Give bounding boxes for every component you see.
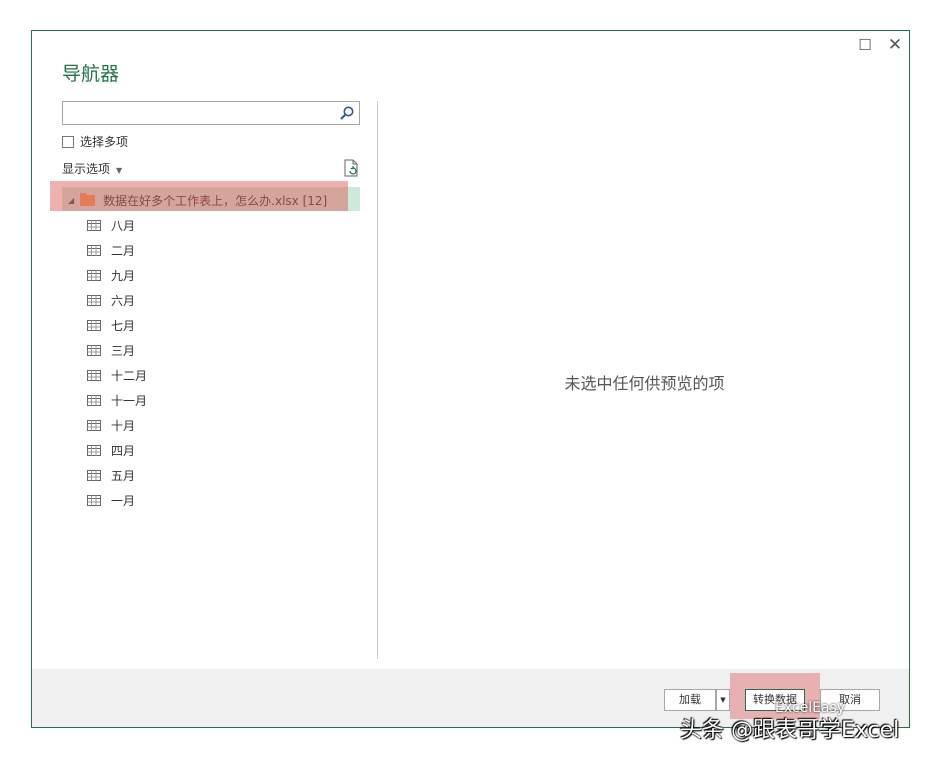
tree-item-label: 十一月: [111, 394, 148, 408]
select-multiple-checkbox[interactable]: 选择多项: [62, 133, 128, 150]
tree-item-label: 十二月: [111, 369, 148, 383]
tree-item-sheet[interactable]: 四月: [87, 438, 147, 463]
table-icon: [87, 345, 101, 356]
table-icon: [87, 295, 101, 306]
navigator-dialog: ☐ ✕ 导航器 选择多项 显示选项 ▼ ◢ 数据在好多个工作表上，怎么办.xlsx…: [31, 30, 910, 728]
table-icon: [87, 245, 101, 256]
display-options-dropdown[interactable]: 显示选项 ▼: [62, 160, 122, 177]
select-multiple-label: 选择多项: [80, 135, 129, 149]
tree-item-label: 二月: [111, 244, 136, 258]
tree-item-label: 五月: [111, 469, 136, 483]
load-dropdown-button[interactable]: ▼: [716, 689, 730, 711]
load-button[interactable]: 加载: [664, 689, 716, 711]
tree-item-sheet[interactable]: 五月: [87, 463, 147, 488]
table-icon: [87, 370, 101, 381]
tree-item-sheet[interactable]: 三月: [87, 338, 147, 363]
tree-item-label: 七月: [111, 319, 136, 333]
tree-item-label: 九月: [111, 269, 136, 283]
search-input[interactable]: [62, 101, 360, 125]
watermark-text: 头条 @跟表哥学Excel: [680, 718, 900, 743]
dialog-title: 导航器: [62, 63, 120, 85]
display-options-label: 显示选项: [62, 162, 111, 176]
search-icon[interactable]: [339, 105, 355, 121]
table-icon: [87, 220, 101, 231]
tree-item-sheet[interactable]: 八月: [87, 213, 147, 238]
tree-item-label: 六月: [111, 294, 136, 308]
tree-item-sheet[interactable]: 一月: [87, 488, 147, 513]
tree-item-sheet[interactable]: 二月: [87, 238, 147, 263]
tree-item-sheet[interactable]: 十一月: [87, 388, 147, 413]
close-icon[interactable]: ✕: [885, 37, 905, 54]
tree-item-sheet[interactable]: 十月: [87, 413, 147, 438]
table-icon: [87, 420, 101, 431]
chevron-down-icon: ▼: [116, 166, 123, 175]
tree-item-label: 八月: [111, 219, 136, 233]
table-icon: [87, 445, 101, 456]
table-icon: [87, 470, 101, 481]
tree-item-label: 四月: [111, 444, 136, 458]
tree-item-sheet[interactable]: 九月: [87, 263, 147, 288]
highlight-overlay: [50, 181, 348, 211]
checkbox-icon[interactable]: [62, 135, 74, 148]
table-icon: [87, 270, 101, 281]
tree-item-sheet[interactable]: 六月: [87, 288, 147, 313]
table-icon: [87, 395, 101, 406]
tree-item-label: 一月: [111, 494, 136, 508]
tree-item-label: 三月: [111, 344, 136, 358]
maximize-icon[interactable]: ☐: [855, 37, 875, 53]
preview-empty-message: 未选中任何供预览的项: [564, 374, 725, 393]
tree-item-sheet[interactable]: 十二月: [87, 363, 147, 388]
table-icon: [87, 495, 101, 506]
table-icon: [87, 320, 101, 331]
tree-item-sheet[interactable]: 七月: [87, 313, 147, 338]
refresh-icon[interactable]: [343, 159, 359, 177]
sheet-list: 八月二月九月六月七月三月十二月十一月十月四月五月一月: [87, 213, 147, 513]
tree-item-label: 十月: [111, 419, 136, 433]
